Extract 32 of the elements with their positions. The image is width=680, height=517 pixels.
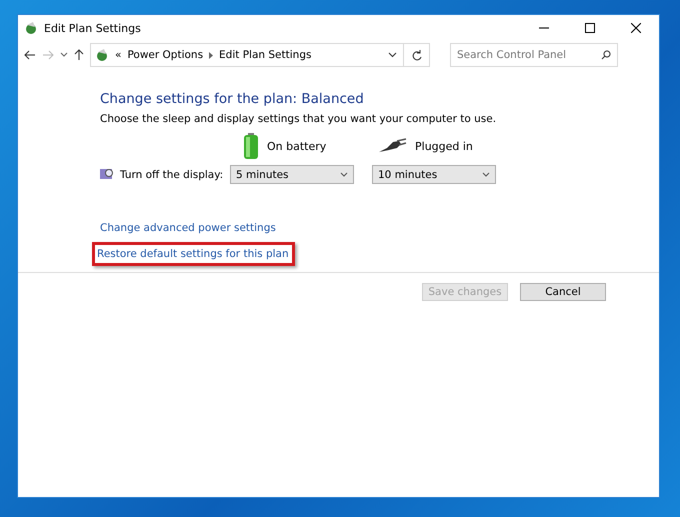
description: Choose the sleep and display settings that you want your computer to use. <box>100 113 498 125</box>
refresh-icon <box>412 50 422 60</box>
chevron-icon <box>209 52 214 58</box>
chevron-down-icon <box>482 172 490 177</box>
maximize-icon <box>585 23 595 33</box>
up-button[interactable] <box>74 49 84 61</box>
address-bar[interactable]: « Power Options Edit Plan Settings <box>90 43 430 67</box>
settings-link[interactable]: Restore default settings for this plan <box>92 242 295 266</box>
search-icon <box>601 50 611 60</box>
breadcrumb[interactable]: Power Options <box>127 49 204 61</box>
page-heading: Change settings for the plan: Balanced <box>100 91 365 107</box>
setting-label: Turn off the display: <box>120 168 224 180</box>
display-icon <box>100 168 114 181</box>
column-label: On battery <box>267 140 326 152</box>
time-dropdown[interactable]: 5 minutes <box>230 165 354 184</box>
search-field[interactable]: Search Control Panel <box>450 43 618 67</box>
chevron-down-icon <box>340 172 348 177</box>
breadcrumb[interactable]: Edit Plan Settings <box>219 49 312 61</box>
breadcrumb[interactable]: « <box>115 49 122 61</box>
settings-link[interactable]: Change advanced power settings <box>97 216 279 240</box>
close-icon <box>631 23 641 33</box>
back-button[interactable] <box>24 50 36 60</box>
dropdown-icon[interactable] <box>388 52 397 58</box>
column-label: Plugged in <box>415 140 473 152</box>
window-title: Edit Plan Settings <box>44 22 142 34</box>
cancel-button[interactable]: Cancel <box>520 283 606 301</box>
time-dropdown[interactable]: 10 minutes <box>372 165 496 184</box>
recent-dropdown-button[interactable] <box>60 52 68 58</box>
location-icon <box>95 48 109 62</box>
battery-icon <box>243 133 259 159</box>
plug-icon <box>377 138 407 154</box>
app-icon <box>24 21 38 35</box>
